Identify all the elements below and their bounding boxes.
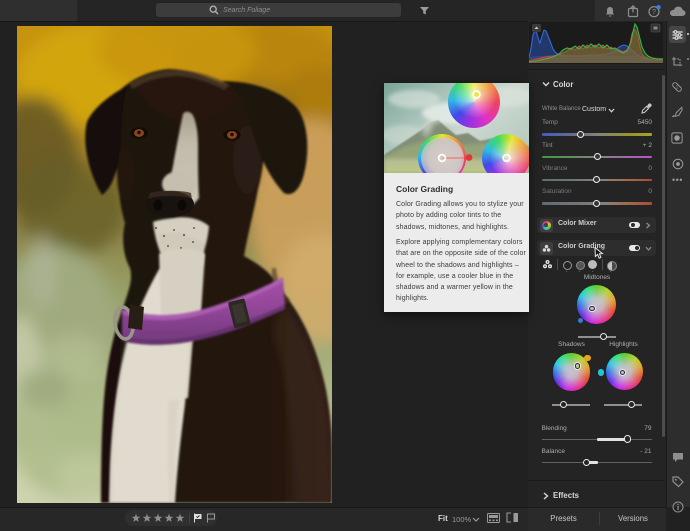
svg-text:?: ? [652,9,656,16]
